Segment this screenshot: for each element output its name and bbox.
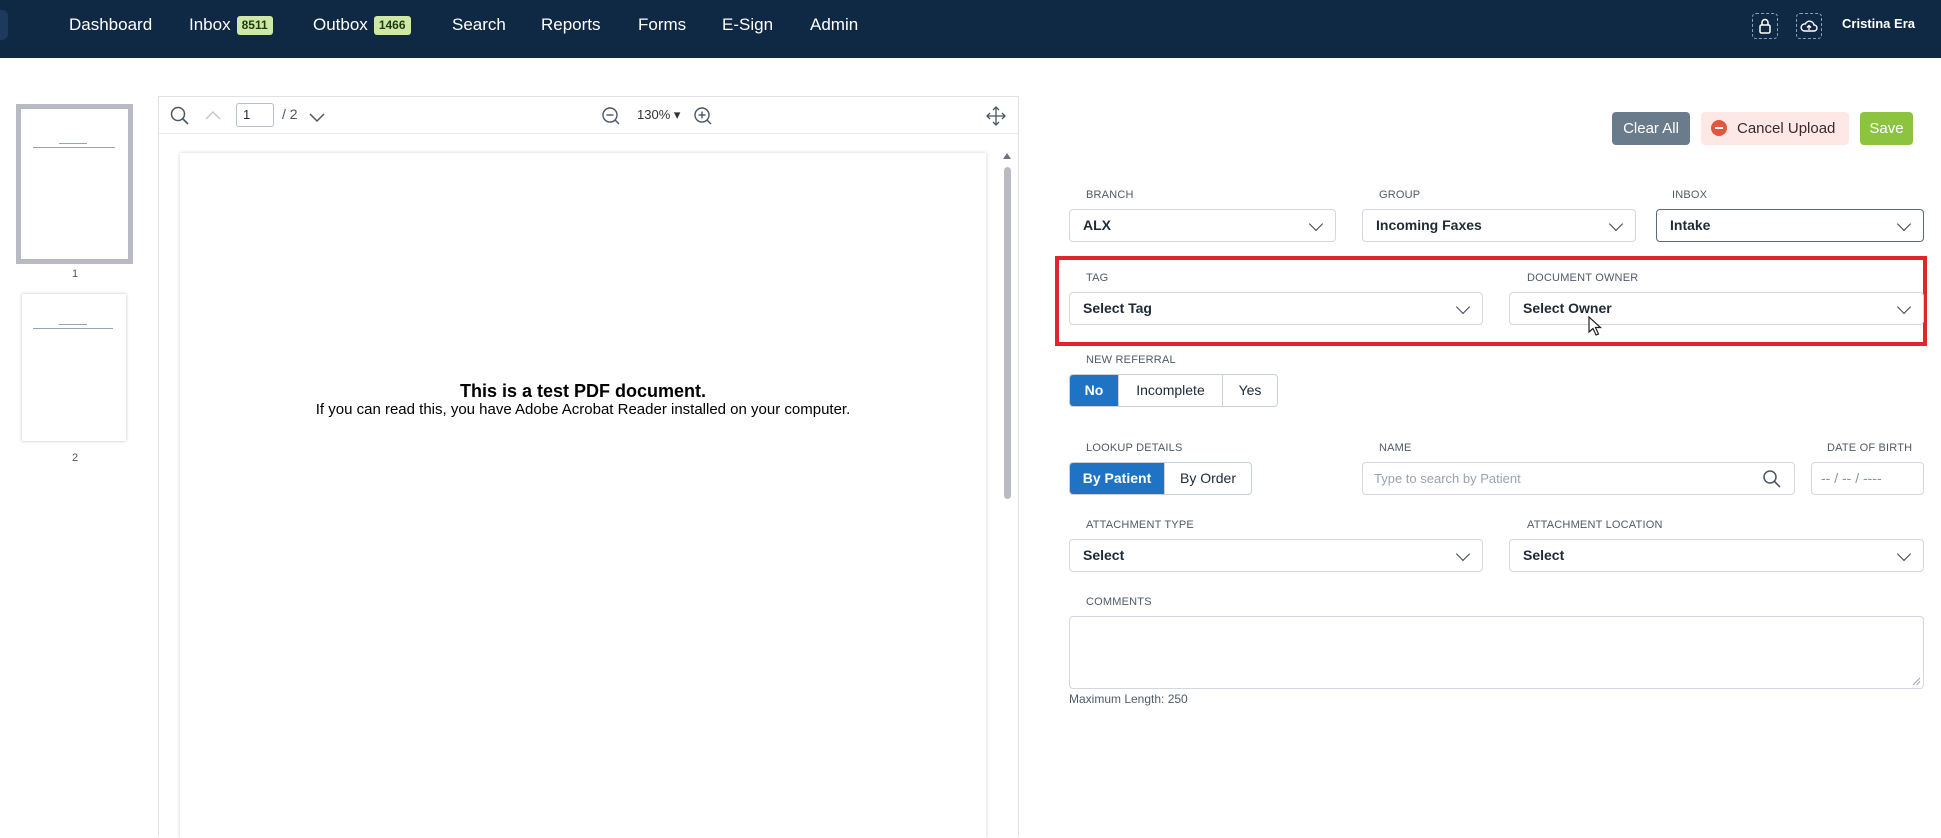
cancel-icon <box>1711 120 1727 136</box>
pan-move-icon[interactable] <box>985 105 1007 127</box>
nav-forms[interactable]: Forms <box>638 15 686 35</box>
new-referral-yes[interactable]: Yes <box>1223 375 1277 406</box>
attachment-type-label: ATTACHMENT TYPE <box>1086 519 1194 531</box>
zoom-out-icon[interactable] <box>600 105 622 127</box>
document-subtitle: If you can read this, you have Adobe Acr… <box>315 401 851 418</box>
nav-search[interactable]: Search <box>452 15 506 35</box>
branch-select[interactable]: ALX <box>1069 209 1336 242</box>
nav-esign[interactable]: E-Sign <box>722 15 773 35</box>
attachment-type-select[interactable]: Select <box>1069 539 1483 572</box>
nav-reports[interactable]: Reports <box>541 15 601 35</box>
cancel-upload-button[interactable]: Cancel Upload <box>1701 112 1849 145</box>
top-navbar: Dashboard Inbox 8511 Outbox 1466 Search Re… <box>0 0 1941 58</box>
new-referral-toggle: No Incomplete Yes <box>1069 374 1278 407</box>
cancel-upload-label: Cancel Upload <box>1737 120 1836 137</box>
nav-admin[interactable]: Admin <box>810 15 858 35</box>
thumb-text-line <box>33 328 113 329</box>
comments-textarea[interactable] <box>1069 616 1924 689</box>
group-select[interactable]: Incoming Faxes <box>1362 209 1636 242</box>
nav-dashboard[interactable]: Dashboard <box>69 15 152 35</box>
new-referral-label: NEW REFERRAL <box>1086 354 1176 366</box>
chevron-down-icon <box>1896 546 1912 562</box>
lock-button[interactable] <box>1752 13 1778 39</box>
document-owner-select[interactable]: Select Owner <box>1509 292 1924 325</box>
zoom-level-select[interactable]: 130% ▾ <box>637 107 680 123</box>
thumbnail-page-number: 1 <box>71 268 79 280</box>
chevron-down-icon <box>1308 216 1324 232</box>
page-thumbnail-2[interactable] <box>22 294 126 441</box>
chevron-down-icon <box>1608 216 1624 232</box>
chevron-up-icon[interactable] <box>203 106 223 126</box>
upload-button[interactable] <box>1796 13 1822 39</box>
save-button[interactable]: Save <box>1860 112 1913 145</box>
group-value: Incoming Faxes <box>1376 217 1482 233</box>
attachment-location-value: Select <box>1523 547 1565 563</box>
page-thumbnail-1[interactable] <box>16 104 133 264</box>
new-referral-incomplete[interactable]: Incomplete <box>1119 375 1223 406</box>
inbox-value: Intake <box>1670 217 1711 233</box>
tag-select[interactable]: Select Tag <box>1069 292 1483 325</box>
thumbnail-page-number: 2 <box>71 452 79 464</box>
tag-value: Select Tag <box>1083 300 1152 316</box>
tag-label: TAG <box>1086 272 1109 284</box>
thumb-text-line <box>59 143 87 144</box>
inbox-label: INBOX <box>1672 189 1708 201</box>
search-icon[interactable] <box>169 105 191 127</box>
total-pages: / 2 <box>282 106 298 122</box>
lookup-details-label: LOOKUP DETAILS <box>1086 442 1183 454</box>
patient-search-placeholder: Type to search by Patient <box>1374 471 1521 486</box>
document-owner-value: Select Owner <box>1523 300 1612 316</box>
pdf-viewer: 1 / 2 130% ▾ This is a test PDF document… <box>158 96 1019 838</box>
viewer-scrollbar[interactable] <box>1002 153 1012 838</box>
zoom-in-icon[interactable] <box>692 105 714 127</box>
user-name[interactable]: Cristina Era <box>1842 16 1915 31</box>
chevron-down-icon <box>1896 216 1912 232</box>
patient-search-input[interactable]: Type to search by Patient <box>1362 462 1795 495</box>
new-referral-no[interactable]: No <box>1070 375 1119 406</box>
cloud-upload-icon <box>1800 20 1818 32</box>
chevron-down-icon <box>1896 299 1912 315</box>
resize-handle-icon[interactable] <box>1911 676 1921 686</box>
pdf-page: This is a test PDF document. If you can … <box>180 153 986 838</box>
comments-label: COMMENTS <box>1086 596 1152 608</box>
lookup-by-patient[interactable]: By Patient <box>1070 463 1165 494</box>
document-title: This is a test PDF document. <box>459 381 707 401</box>
attachment-location-label: ATTACHMENT LOCATION <box>1527 519 1663 531</box>
branch-label: BRANCH <box>1086 189 1134 201</box>
inbox-count-badge: 8511 <box>236 16 273 35</box>
search-icon[interactable] <box>1762 469 1782 489</box>
chevron-down-icon[interactable] <box>307 107 327 127</box>
page-number-input[interactable]: 1 <box>236 103 274 127</box>
outbox-count-badge: 1466 <box>373 16 411 35</box>
lookup-by-order[interactable]: By Order <box>1165 463 1251 494</box>
chevron-down-icon <box>1455 546 1471 562</box>
lock-icon <box>1759 18 1771 34</box>
attachment-location-select[interactable]: Select <box>1509 539 1924 572</box>
scroll-up-arrow[interactable] <box>1003 153 1011 159</box>
comments-max-length-hint: Maximum Length: 250 <box>1069 692 1188 706</box>
nav-outbox[interactable]: Outbox 1466 <box>313 15 411 35</box>
viewer-toolbar: 1 / 2 130% ▾ <box>159 97 1018 134</box>
attachment-type-value: Select <box>1083 547 1125 563</box>
scrollbar-thumb[interactable] <box>1004 167 1011 499</box>
app-logo <box>0 10 8 40</box>
thumb-text-line <box>33 147 115 148</box>
date-of-birth-input[interactable]: -- / -- / ---- <box>1811 462 1924 495</box>
document-owner-label: DOCUMENT OWNER <box>1527 272 1639 284</box>
date-of-birth-label: DATE OF BIRTH <box>1827 442 1913 454</box>
group-label: GROUP <box>1379 189 1421 201</box>
name-label: NAME <box>1379 442 1412 454</box>
inbox-select[interactable]: Intake <box>1656 209 1924 242</box>
chevron-down-icon <box>1455 299 1471 315</box>
nav-inbox[interactable]: Inbox 8511 <box>189 15 273 35</box>
mouse-cursor-icon <box>1588 316 1603 336</box>
branch-value: ALX <box>1083 217 1111 233</box>
thumb-text-line <box>59 324 87 325</box>
clear-all-button[interactable]: Clear All <box>1612 112 1690 145</box>
lookup-details-toggle: By Patient By Order <box>1069 462 1252 495</box>
